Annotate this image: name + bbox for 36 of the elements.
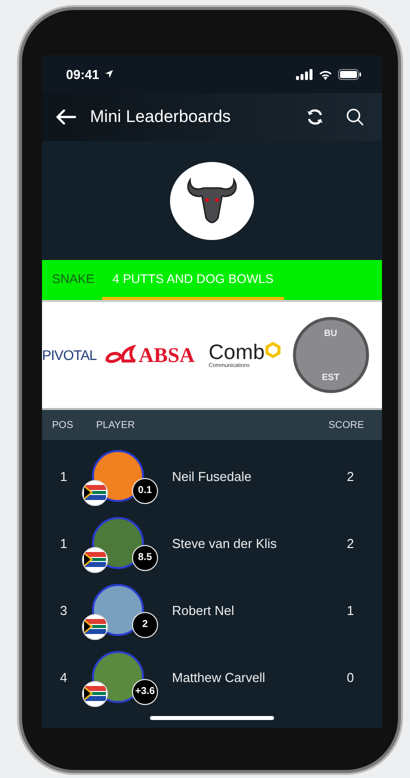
score-text: 1: [346, 603, 354, 618]
player-name: Steve van der Klis: [172, 536, 278, 551]
position-text: 4: [60, 670, 68, 685]
handicap-badge: +3.6: [132, 678, 158, 704]
sponsor-logo-text: PIVOTAL: [42, 347, 97, 363]
search-icon: [346, 108, 364, 126]
sponsor-logo-text: Comb: [208, 342, 265, 362]
score-text: 0: [346, 670, 354, 685]
battery-icon: [338, 68, 362, 80]
handicap-badge: 0.1: [132, 478, 158, 504]
column-header: SCORE: [328, 420, 364, 430]
sponsor-logo-text: ABSA: [138, 342, 195, 368]
screen-title: Mini Leaderboards: [90, 107, 232, 127]
signal-icon: [296, 68, 313, 80]
score-text: 2: [346, 536, 354, 551]
absa-emblem-icon: [104, 345, 137, 365]
handicap-badge: 8.5: [132, 544, 158, 570]
seal-text: BU: [324, 328, 338, 338]
player-name: Matthew Carvell: [172, 670, 266, 685]
back-arrow-icon: [56, 109, 76, 125]
seal-text: EST: [322, 372, 340, 382]
location-arrow-icon: [104, 69, 114, 79]
column-header: PLAYER: [96, 420, 136, 430]
hexagon-icon: [264, 342, 281, 358]
wifi-icon: [318, 68, 333, 80]
column-header: POS: [52, 420, 74, 430]
position-text: 1: [60, 536, 68, 551]
position-text: 3: [60, 603, 68, 618]
player-name: Neil Fusedale: [172, 469, 252, 484]
status-time: 09:41: [66, 66, 100, 82]
score-text: 2: [346, 469, 354, 484]
player-name: Robert Nel: [172, 603, 236, 618]
handicap-badge: 2: [132, 612, 158, 638]
position-text: 1: [60, 469, 68, 484]
refresh-icon: [306, 108, 324, 126]
tab[interactable]: SNAKE: [42, 260, 102, 300]
